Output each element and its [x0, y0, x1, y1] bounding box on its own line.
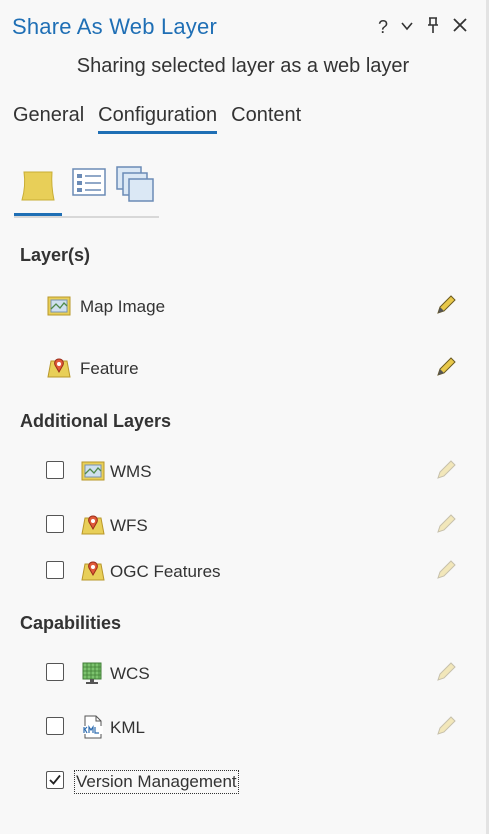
edit-pencil-icon: [437, 460, 456, 479]
share-pane: Share As Web Layer ? Sharing selected la…: [0, 0, 489, 834]
tab-strip: General Configuration Content: [13, 104, 301, 134]
capability-row-kml: KML: [0, 711, 486, 745]
config-subtabs: [14, 160, 159, 218]
version-management-label[interactable]: Version Management: [74, 770, 239, 794]
additional-row-wms: WMS: [0, 455, 486, 489]
section-layers: Layer(s): [20, 245, 91, 265]
layer-label: Feature: [80, 359, 139, 378]
wfs-label: WFS: [110, 516, 148, 535]
tab-content[interactable]: Content: [231, 104, 301, 134]
map-image-icon: [81, 461, 105, 481]
close-icon[interactable]: [452, 17, 468, 37]
section-capabilities: Capabilities: [20, 613, 122, 633]
layer-row-map-image: Map Image: [0, 290, 486, 324]
layer-label: Map Image: [80, 297, 166, 316]
kml-file-icon: [83, 715, 103, 739]
feature-layer-icon: [81, 515, 105, 535]
wfs-checkbox[interactable]: [46, 515, 64, 533]
capability-row-wcs: WCS: [0, 657, 486, 691]
subtab-pages[interactable]: [114, 160, 162, 214]
additional-row-ogc-features: OGC Features: [0, 555, 486, 589]
pane-subtitle: Sharing selected layer as a web layer: [76, 55, 410, 77]
layer-row-feature: Feature: [0, 352, 486, 386]
layers-icon: [21, 171, 55, 201]
edit-pencil-icon[interactable]: [434, 355, 458, 379]
subtab-layers[interactable]: [14, 160, 62, 216]
wcs-checkbox[interactable]: [46, 663, 64, 681]
feature-layer-icon: [81, 561, 105, 581]
wms-label: WMS: [110, 462, 152, 481]
capability-row-version-management: Version Management: [0, 765, 486, 799]
section-additional-layers: Additional Layers: [20, 411, 172, 431]
edit-pencil-icon: [437, 560, 456, 579]
edit-pencil-icon: [437, 716, 456, 735]
pin-icon[interactable]: [426, 16, 440, 38]
grid-raster-icon: [82, 662, 102, 684]
feature-layer-icon: [47, 358, 71, 378]
edit-pencil-icon: [437, 514, 456, 533]
tab-general[interactable]: General: [13, 104, 84, 134]
version-management-checkbox[interactable]: [46, 771, 64, 789]
map-image-icon: [47, 296, 71, 316]
stacked-pages-icon: [116, 166, 154, 202]
properties-icon: [72, 168, 106, 196]
edit-pencil-icon[interactable]: [434, 293, 458, 317]
subtab-properties[interactable]: [68, 160, 116, 214]
help-button[interactable]: ?: [378, 17, 388, 37]
chevron-down-icon[interactable]: [400, 17, 414, 37]
ogc-features-checkbox[interactable]: [46, 561, 64, 579]
edit-pencil-icon: [437, 662, 456, 681]
checkmark-icon: [49, 774, 61, 785]
tab-configuration[interactable]: Configuration: [98, 104, 218, 134]
pane-title: Share As Web Layer: [12, 14, 217, 39]
kml-checkbox[interactable]: [46, 717, 64, 735]
ogc-features-label: OGC Features: [110, 562, 221, 581]
additional-row-wfs: WFS: [0, 509, 486, 543]
kml-label: KML: [110, 718, 145, 737]
wcs-label: WCS: [110, 664, 150, 683]
wms-checkbox[interactable]: [46, 461, 64, 479]
window-controls: ?: [378, 16, 468, 38]
